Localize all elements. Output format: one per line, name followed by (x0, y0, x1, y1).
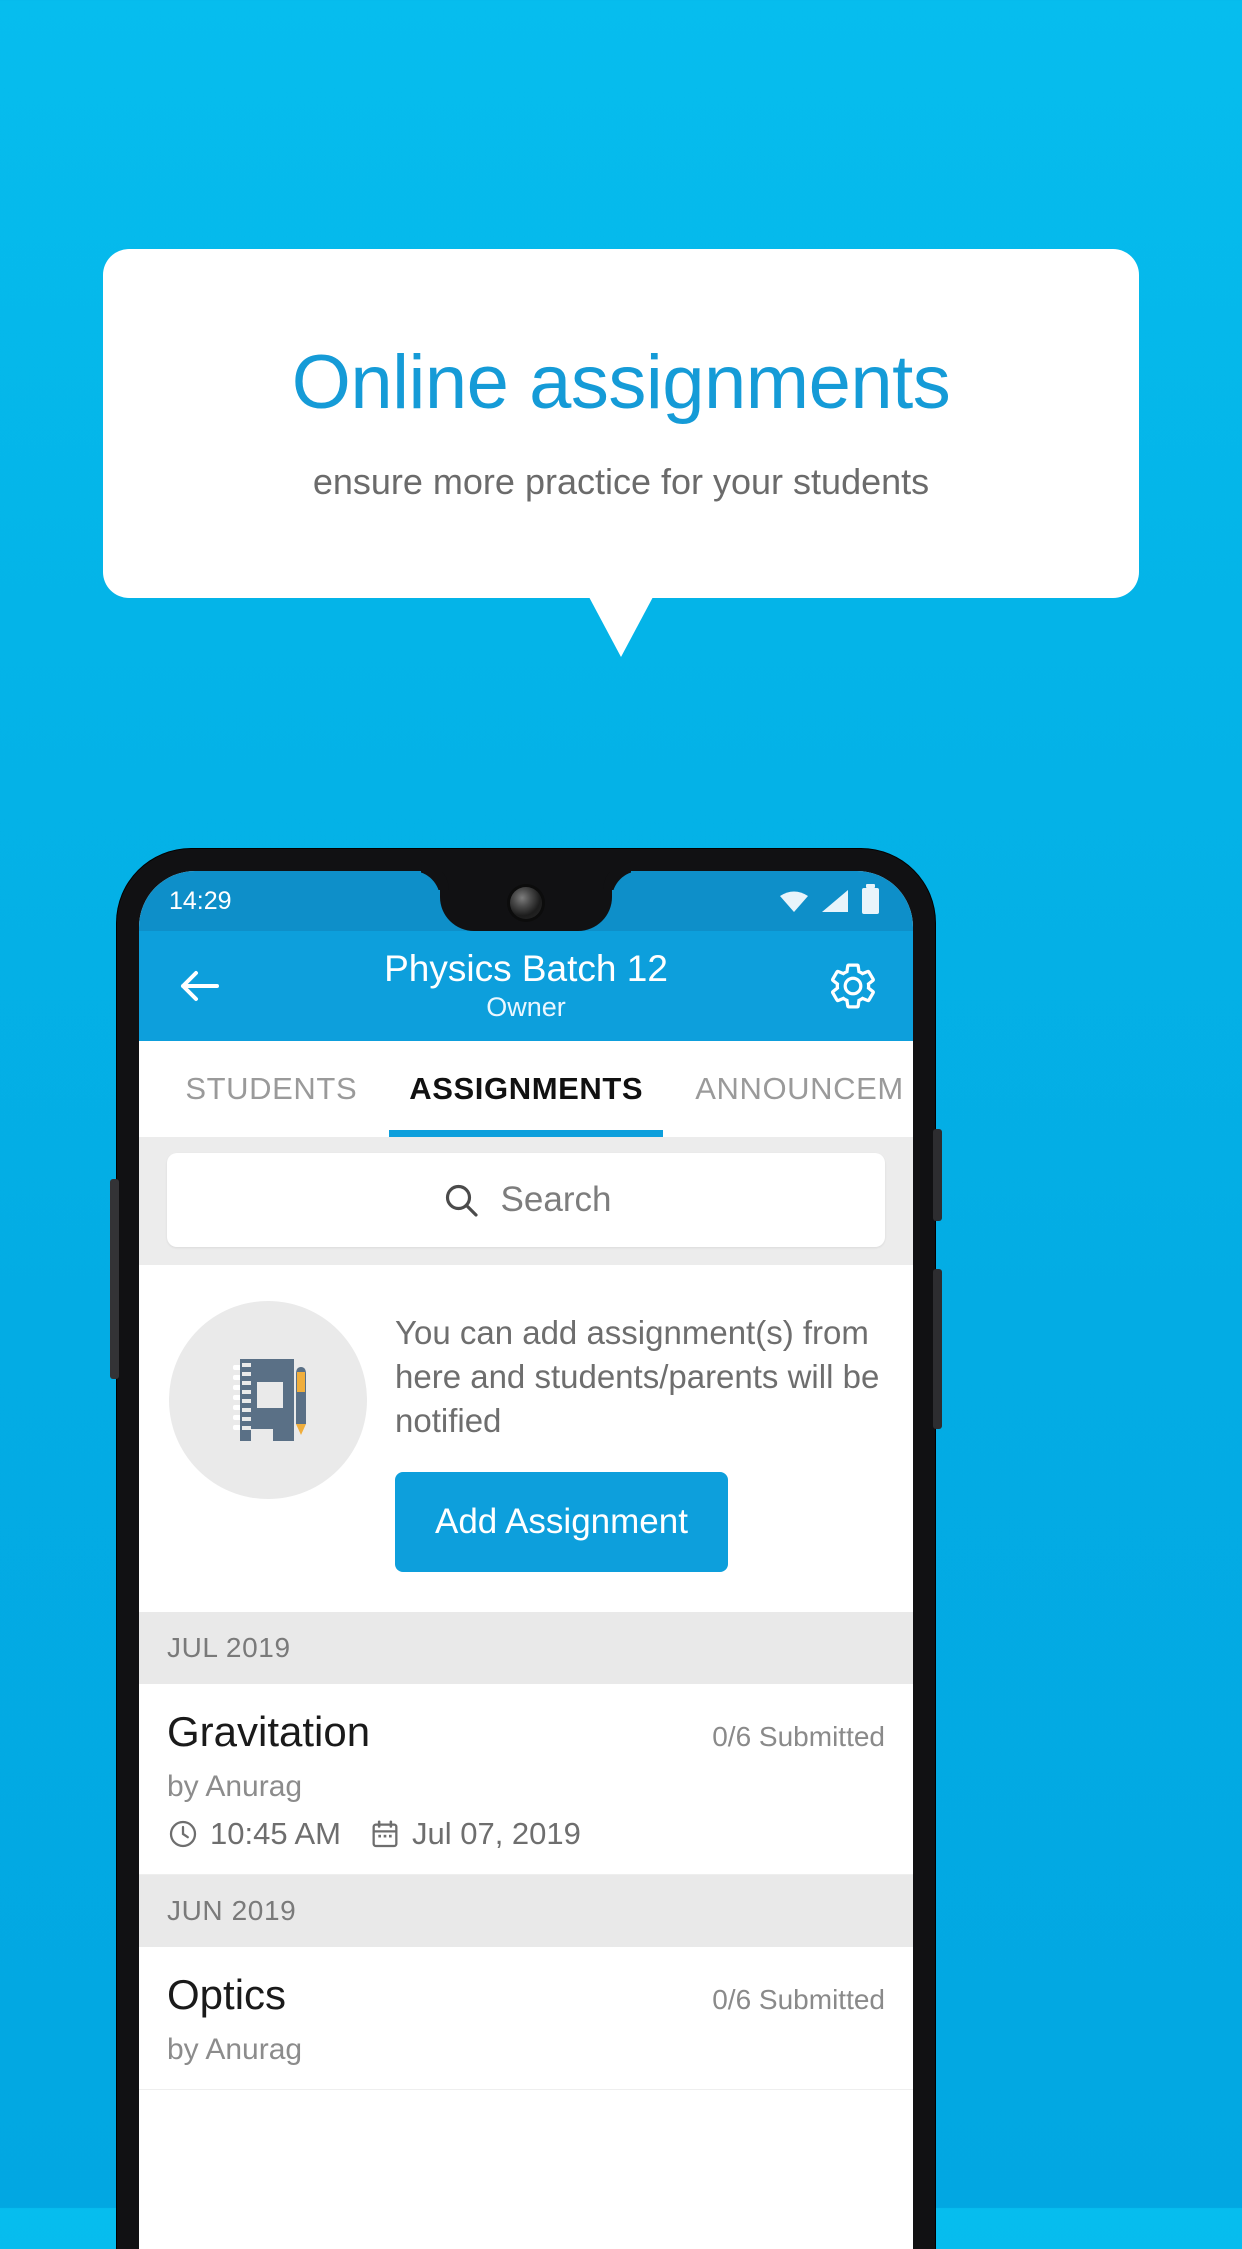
promo-callout-tail (589, 597, 653, 657)
phone-screen: 14:29 Physics Batch 12 Owner STUDENTS AS… (139, 871, 913, 2249)
phone-mockup: 14:29 Physics Batch 12 Owner STUDENTS AS… (110, 849, 942, 2249)
front-camera-icon (510, 887, 542, 919)
battery-icon (862, 884, 879, 914)
tab-overview[interactable]: IEW (139, 1041, 159, 1137)
empty-state-card: You can add assignment(s) from here and … (139, 1265, 913, 1612)
assignment-date: Jul 07, 2019 (411, 1815, 581, 1851)
signal-icon (822, 890, 848, 912)
status-bar-time: 14:29 (169, 886, 232, 915)
promo-subtitle: ensure more practice for your students (312, 460, 930, 502)
empty-state-content: You can add assignment(s) from here and … (395, 1301, 883, 1572)
notebook-pen-icon (169, 1301, 367, 1499)
back-arrow-icon[interactable] (173, 960, 225, 1012)
promo-title: Online assignments (291, 339, 951, 425)
search-input[interactable]: Search (167, 1153, 885, 1247)
tab-announcements[interactable]: ANNOUNCEM (669, 1041, 913, 1137)
assignment-submitted-count: 0/6 Submitted (712, 1983, 885, 2015)
month-header-jun: JUN 2019 (139, 1874, 913, 1947)
assignment-time-group: 10:45 AM (167, 1816, 341, 1852)
assignment-header: Optics 0/6 Submitted (167, 1971, 885, 2019)
calendar-icon (372, 1820, 398, 1847)
phone-volume-button[interactable] (110, 1179, 119, 1379)
search-placeholder: Search (500, 1180, 612, 1219)
status-bar-icons (780, 884, 879, 914)
search-icon (445, 1184, 478, 1217)
assignment-header: Gravitation 0/6 Submitted (167, 1708, 885, 1756)
assignment-row[interactable]: Gravitation 0/6 Submitted by Anurag 10:4… (139, 1683, 913, 1875)
add-assignment-button[interactable]: Add Assignment (395, 1471, 728, 1572)
assignment-author: by Anurag (167, 1769, 303, 1803)
page-title: Physics Batch 12 (384, 947, 668, 989)
wifi-icon (780, 891, 808, 912)
phone-side-button[interactable] (933, 1269, 942, 1429)
tab-students[interactable]: STUDENTS (159, 1041, 383, 1137)
search-section: Search (139, 1137, 913, 1265)
assignment-title: Optics (167, 1970, 287, 2018)
gear-icon[interactable] (827, 960, 879, 1012)
assignment-row[interactable]: Optics 0/6 Submitted by Anurag (139, 1946, 913, 2090)
assignment-time: 10:45 AM (210, 1815, 341, 1851)
month-header-jul: JUL 2019 (139, 1611, 913, 1684)
empty-state-text: You can add assignment(s) from here and … (395, 1314, 880, 1440)
assignment-meta: 10:45 AM Jul 07, 2019 (167, 1816, 885, 1852)
assignment-submitted-count: 0/6 Submitted (712, 1720, 885, 1752)
phone-power-button[interactable] (933, 1129, 942, 1221)
assignment-title: Gravitation (167, 1707, 371, 1755)
app-bar-titles: Physics Batch 12 Owner (139, 947, 913, 1024)
phone-notch (440, 871, 612, 931)
tab-assignments[interactable]: ASSIGNMENTS (383, 1041, 669, 1137)
page-subtitle: Owner (486, 992, 566, 1023)
tab-bar[interactable]: IEW STUDENTS ASSIGNMENTS ANNOUNCEM (139, 1041, 913, 1137)
assignment-author: by Anurag (167, 2032, 303, 2066)
promo-callout-card: Online assignments ensure more practice … (103, 249, 1139, 598)
clock-icon (169, 1820, 197, 1847)
assignment-date-group: Jul 07, 2019 (369, 1816, 581, 1852)
app-bar: Physics Batch 12 Owner (139, 931, 913, 1041)
